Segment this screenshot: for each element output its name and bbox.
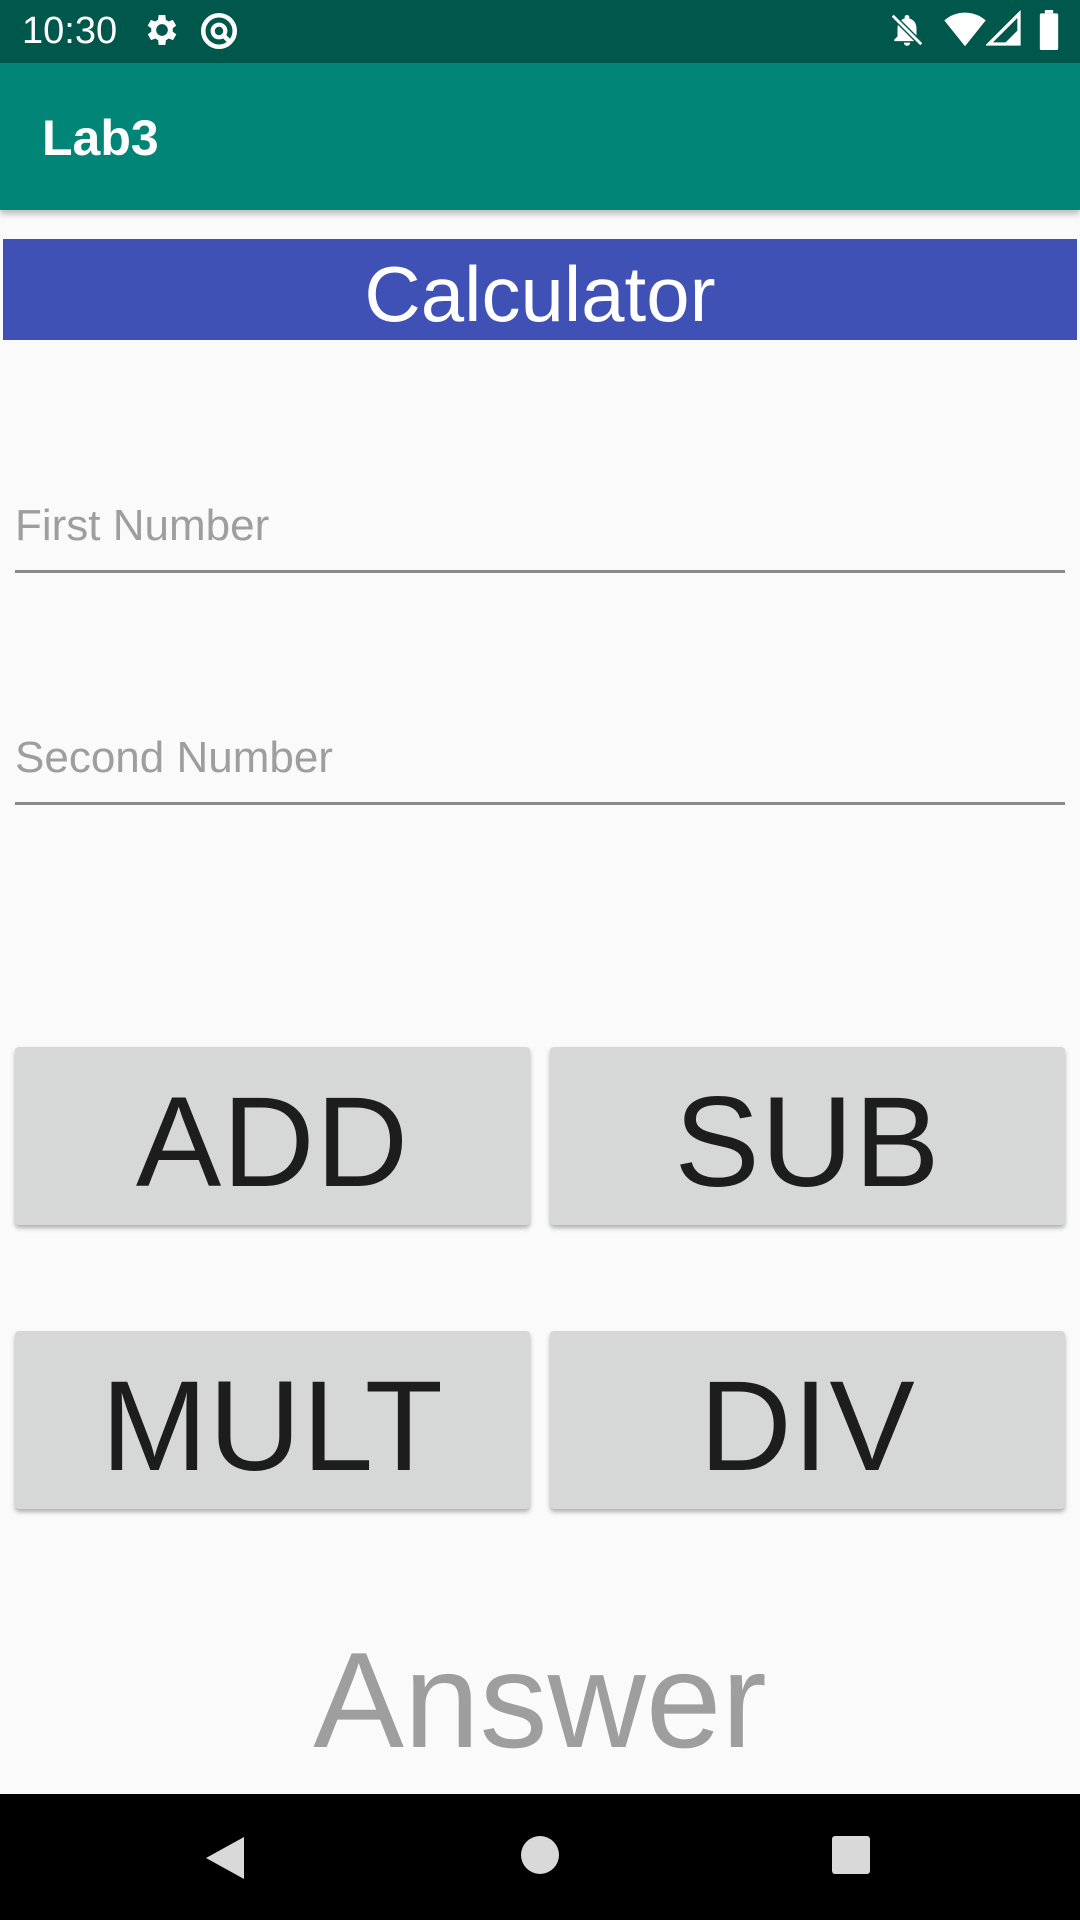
bell-off-icon bbox=[890, 13, 924, 47]
at-sign-icon bbox=[200, 12, 238, 50]
second-number-underline bbox=[15, 802, 1065, 805]
add-button[interactable]: ADD bbox=[15, 1047, 530, 1225]
first-number-underline bbox=[15, 570, 1065, 573]
div-button[interactable]: DIV bbox=[550, 1331, 1065, 1509]
second-number-field[interactable] bbox=[15, 715, 1065, 805]
app-title: Lab3 bbox=[42, 110, 159, 166]
navigation-bar bbox=[0, 1794, 1080, 1920]
battery-icon bbox=[1039, 10, 1059, 50]
first-number-input[interactable] bbox=[15, 483, 1065, 569]
recents-icon[interactable] bbox=[831, 1835, 871, 1875]
sub-button[interactable]: SUB bbox=[550, 1047, 1065, 1225]
status-time: 10:30 bbox=[22, 10, 118, 52]
back-icon[interactable] bbox=[204, 1835, 246, 1881]
mult-button[interactable]: MULT bbox=[15, 1331, 530, 1509]
signal-icon bbox=[986, 10, 1021, 46]
gear-icon bbox=[147, 15, 177, 45]
wifi-icon bbox=[944, 12, 986, 47]
second-number-input[interactable] bbox=[15, 715, 1065, 801]
status-bar: 10:30 bbox=[0, 0, 1080, 63]
calculator-header: Calculator bbox=[3, 239, 1077, 340]
first-number-field[interactable] bbox=[15, 483, 1065, 573]
app-bar: Lab3 bbox=[0, 63, 1080, 210]
home-icon[interactable] bbox=[520, 1835, 560, 1875]
answer-text: Answer bbox=[313, 1624, 767, 1776]
